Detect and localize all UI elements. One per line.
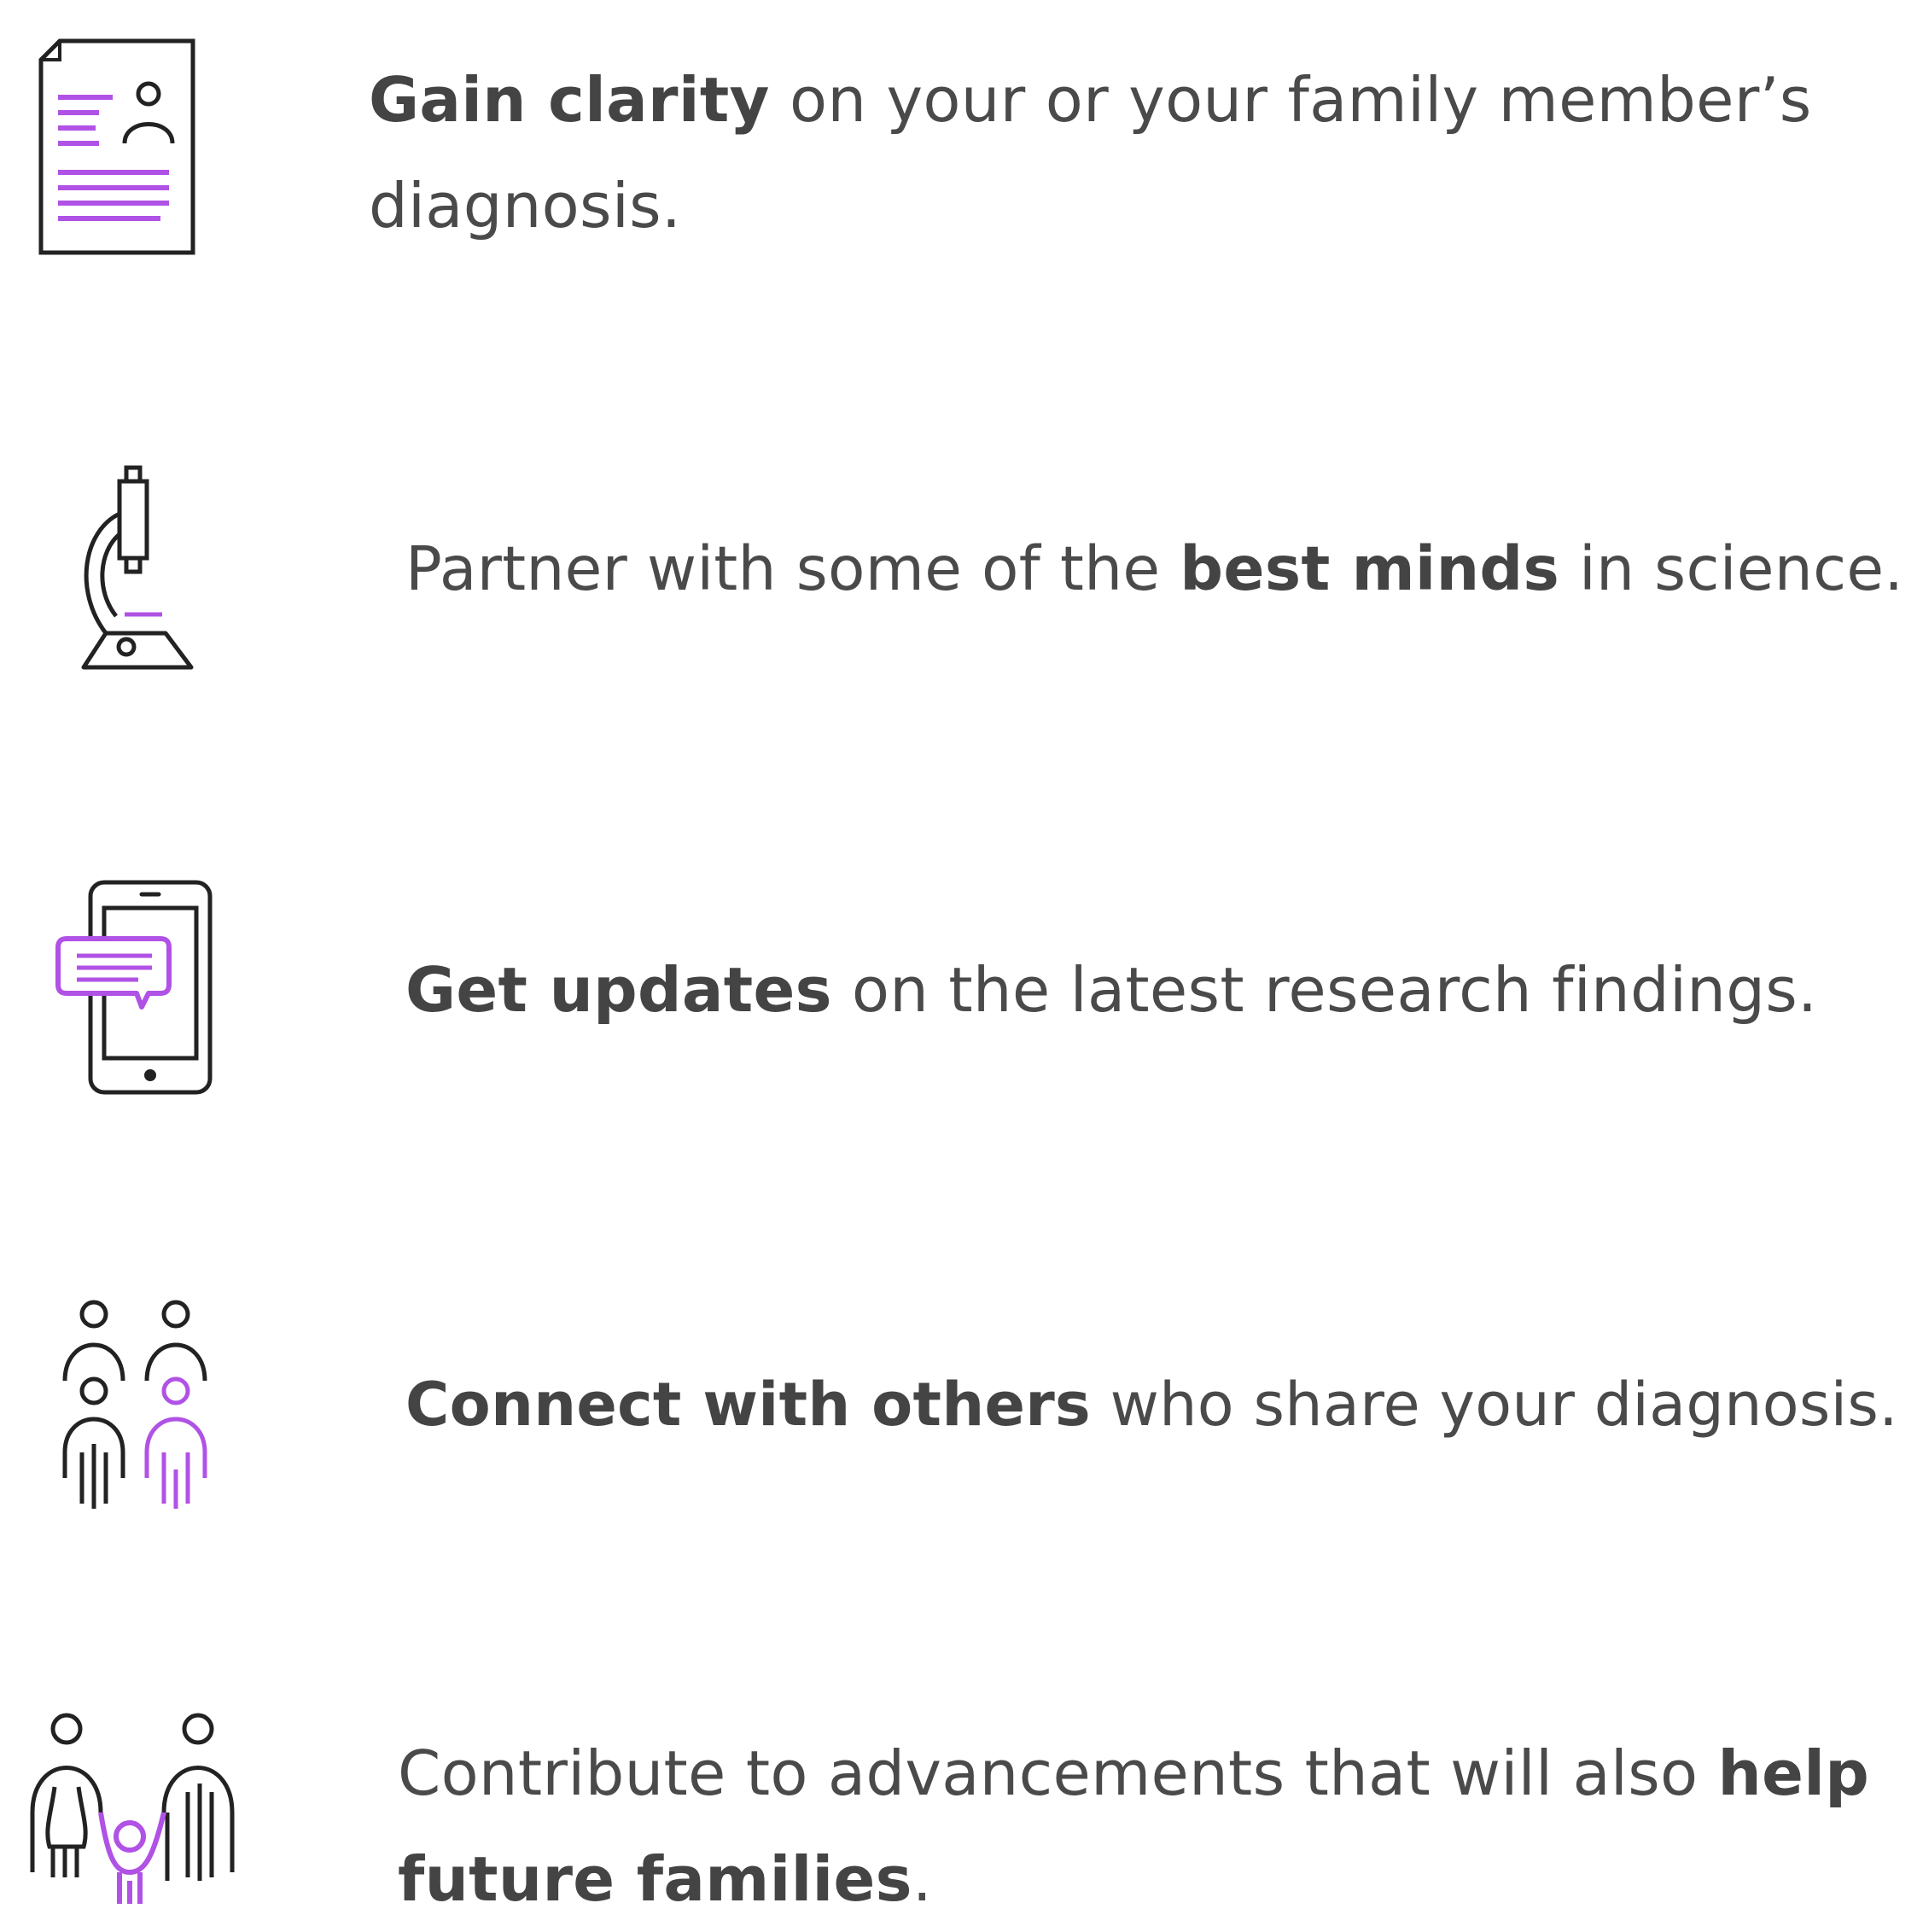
benefit-bold: Get updates <box>405 954 832 1026</box>
benefit-pre: Contribute to advancements that will als… <box>398 1737 1718 1809</box>
benefit-line: Contribute to advancements that will als… <box>398 1720 1869 1826</box>
people-group-icon <box>56 1299 210 1517</box>
benefit-post: on the latest research findings. <box>831 954 1818 1026</box>
microscope-icon <box>65 463 201 676</box>
family-icon <box>26 1710 239 1904</box>
benefit-bold: Gain clarity <box>369 64 770 136</box>
benefit-bold: Connect with others <box>405 1370 1092 1440</box>
benefit-text: Get updates on the latest research findi… <box>405 937 1817 1043</box>
benefit-post: in science. <box>1559 533 1904 604</box>
benefit-text: Connect with others who share your diagn… <box>405 1352 1898 1458</box>
benefit-pre: Partner with some of the <box>405 533 1180 604</box>
benefit-text: Partner with some of the best minds in s… <box>405 516 1903 622</box>
benefit-text: Contribute to advancements that will als… <box>398 1720 1869 1932</box>
benefit-bold: best minds <box>1180 533 1560 604</box>
benefit-text: Gain clarity on your or your family memb… <box>369 47 1812 259</box>
benefit-bold: future families <box>398 1843 912 1915</box>
benefit-line: future families. <box>398 1826 1869 1932</box>
benefit-bold: help <box>1717 1737 1870 1809</box>
benefit-line: Gain clarity on your or your family memb… <box>369 47 1812 153</box>
document-person-icon <box>34 36 205 258</box>
benefit-post: . <box>912 1843 933 1915</box>
benefit-line: diagnosis. <box>369 170 682 242</box>
phone-chat-icon <box>53 879 215 1097</box>
benefit-gain-clarity: Gain clarity on your or your family memb… <box>0 0 1923 358</box>
benefit-rest: on your or your family member’s <box>769 64 1812 136</box>
benefit-post: who share your diagnosis. <box>1091 1370 1898 1440</box>
